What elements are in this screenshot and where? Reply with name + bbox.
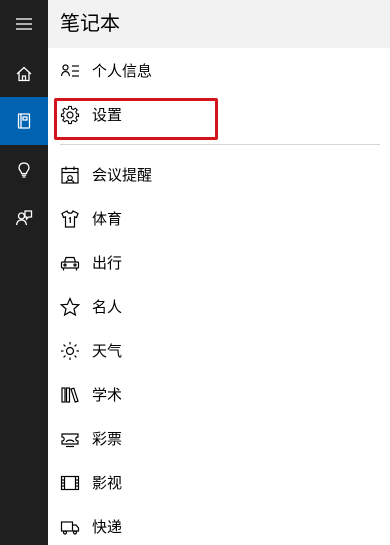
menu-item-label: 体育 bbox=[92, 210, 123, 228]
jersey-icon bbox=[59, 208, 81, 230]
menu-item-label: 快递 bbox=[92, 518, 123, 536]
menu-item-travel[interactable]: 出行 bbox=[48, 241, 390, 285]
panel-header: 笔记本 bbox=[48, 0, 390, 48]
sun-icon bbox=[59, 340, 81, 362]
person-list-icon bbox=[59, 60, 81, 82]
notebook-panel: 笔记本 个人信息 设置 会议提醒 体育 出行 名人 天气 学术 彩票 影视 快递 bbox=[48, 0, 390, 545]
menu-item-lottery[interactable]: 彩票 bbox=[48, 417, 390, 461]
home-button[interactable] bbox=[0, 50, 48, 98]
books-icon bbox=[59, 384, 81, 406]
hamburger-menu-button[interactable] bbox=[0, 0, 48, 48]
lottery-icon bbox=[59, 428, 81, 450]
calendar-icon bbox=[59, 164, 81, 186]
menu-item-express-delivery[interactable]: 快递 bbox=[48, 505, 390, 545]
menu-item-weather[interactable]: 天气 bbox=[48, 329, 390, 373]
menu-item-sports[interactable]: 体育 bbox=[48, 197, 390, 241]
menu-item-celebrities[interactable]: 名人 bbox=[48, 285, 390, 329]
menu-item-label: 彩票 bbox=[92, 430, 123, 448]
interests-button[interactable] bbox=[0, 146, 48, 194]
menu-item-academic[interactable]: 学术 bbox=[48, 373, 390, 417]
menu-item-label: 影视 bbox=[92, 474, 123, 492]
star-icon bbox=[59, 296, 81, 318]
section-divider bbox=[60, 144, 380, 145]
menu-item-label: 名人 bbox=[92, 298, 123, 316]
menu-item-label: 个人信息 bbox=[92, 62, 153, 80]
menu-item-label: 出行 bbox=[92, 254, 123, 272]
notebook-icon bbox=[17, 113, 31, 129]
nav-rail bbox=[0, 0, 48, 545]
menu-item-label: 天气 bbox=[92, 342, 123, 360]
page-title: 笔记本 bbox=[60, 11, 120, 35]
feedback-button[interactable] bbox=[0, 194, 48, 242]
menu-item-personal-info[interactable]: 个人信息 bbox=[48, 49, 390, 93]
hamburger-menu-icon bbox=[16, 18, 32, 30]
truck-icon bbox=[59, 516, 81, 538]
menu-item-movies-tv[interactable]: 影视 bbox=[48, 461, 390, 505]
notebook-button[interactable] bbox=[0, 97, 48, 145]
lightbulb-icon bbox=[18, 162, 30, 178]
settings-highlight-box bbox=[54, 98, 218, 140]
feedback-icon bbox=[15, 210, 33, 226]
home-icon bbox=[16, 66, 32, 82]
menu-item-label: 会议提醒 bbox=[92, 166, 153, 184]
car-icon bbox=[59, 252, 81, 274]
menu-item-meeting-reminder[interactable]: 会议提醒 bbox=[48, 153, 390, 197]
menu-item-label: 学术 bbox=[92, 386, 123, 404]
film-icon bbox=[59, 472, 81, 494]
